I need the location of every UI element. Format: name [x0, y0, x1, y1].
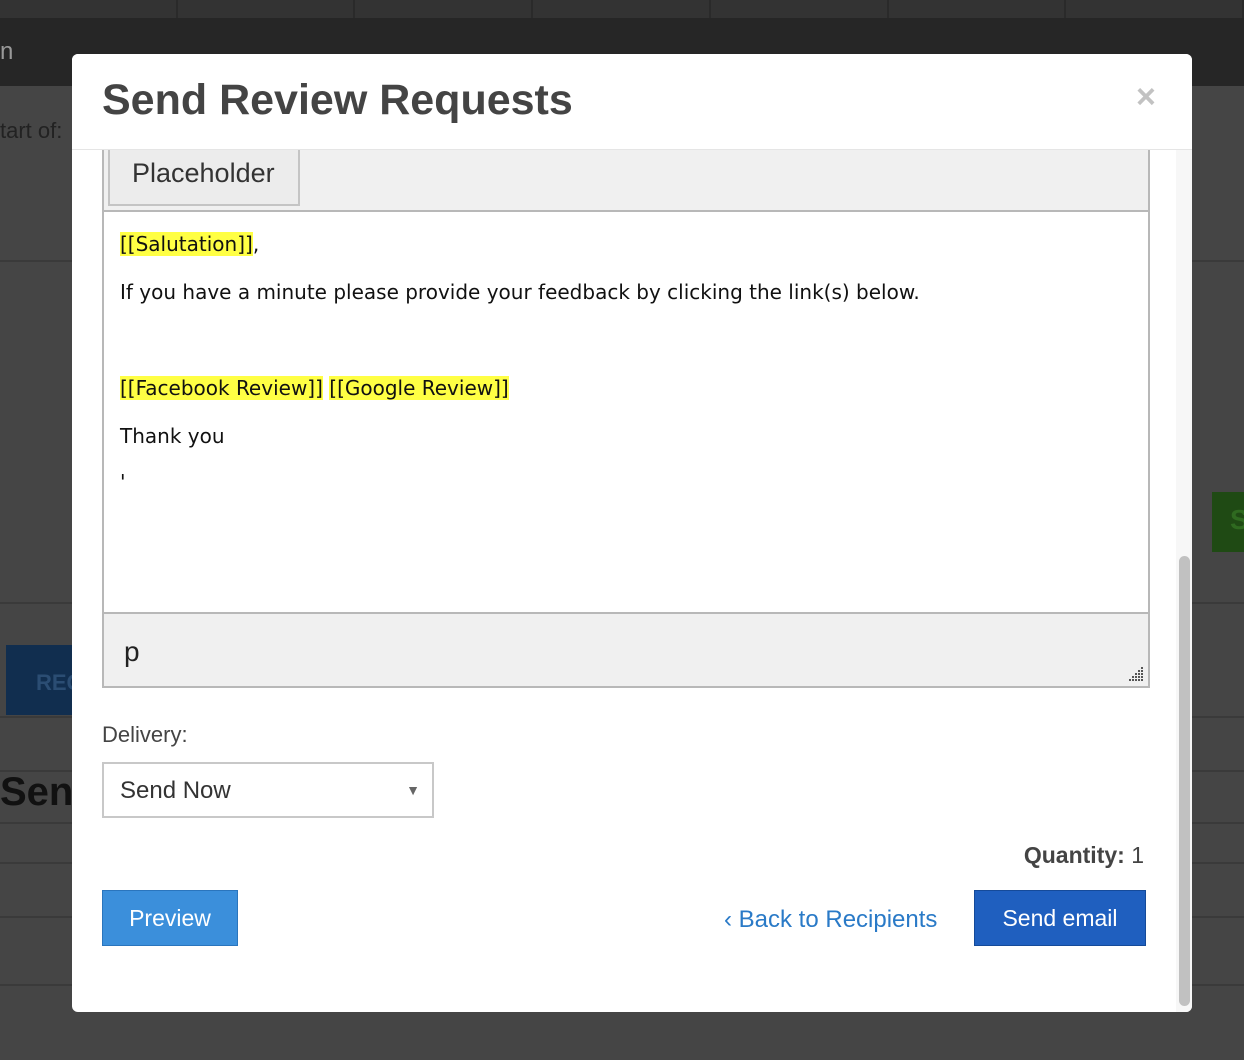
editor-status-path: p [104, 612, 1148, 686]
salutation-placeholder-tag: [[Salutation]] [120, 232, 253, 256]
review-links-line: [[Facebook Review]] [[Google Review]] [120, 376, 509, 400]
salutation-line: [[Salutation]], [120, 232, 259, 256]
modal-title: Send Review Requests [102, 76, 573, 124]
delivery-selected-value: Send Now [120, 777, 231, 804]
close-icon[interactable]: × [1136, 78, 1156, 117]
dropdown-arrow-icon: ▼ [406, 782, 420, 798]
delivery-select[interactable]: Send Now ▼ [102, 762, 434, 818]
body-text: If you have a minute please provide your… [120, 280, 920, 304]
closing-text: Thank you [120, 424, 225, 448]
scrollbar-thumb[interactable] [1179, 556, 1190, 1006]
editor-content[interactable]: [[Salutation]], If you have a minute ple… [104, 212, 1148, 612]
back-to-recipients-link[interactable]: ‹ Back to Recipients [724, 906, 937, 934]
background-top-strip [0, 0, 1244, 18]
quantity-value: 1 [1131, 842, 1144, 868]
placeholder-button[interactable]: Placeholder [108, 150, 300, 206]
modal-header: Send Review Requests × [72, 54, 1192, 150]
preview-button[interactable]: Preview [102, 890, 238, 946]
quantity-display: Quantity: 1 [1024, 842, 1144, 869]
editor-toolbar: Placeholder [104, 150, 1148, 212]
quantity-label: Quantity: [1023, 842, 1125, 868]
send-email-button[interactable]: Send email [974, 890, 1146, 946]
facebook-review-tag: [[Facebook Review]] [120, 376, 323, 400]
trailing-text: ' [120, 470, 126, 494]
google-review-tag: [[Google Review]] [329, 376, 509, 400]
background-green-button: S [1212, 492, 1244, 552]
resize-grip-icon[interactable] [1126, 664, 1144, 682]
modal-scrollbar[interactable] [1176, 150, 1192, 1012]
background-nav-text: n [0, 38, 14, 65]
background-heading: Sen [0, 770, 74, 814]
delivery-label: Delivery: [102, 722, 188, 747]
message-editor: Placeholder [[Salutation]], If you have … [102, 150, 1150, 688]
send-review-requests-modal: Send Review Requests × Placeholder [[Sal… [72, 54, 1192, 1012]
salutation-suffix: , [252, 232, 260, 256]
background-start-label: tart of: [0, 118, 63, 143]
